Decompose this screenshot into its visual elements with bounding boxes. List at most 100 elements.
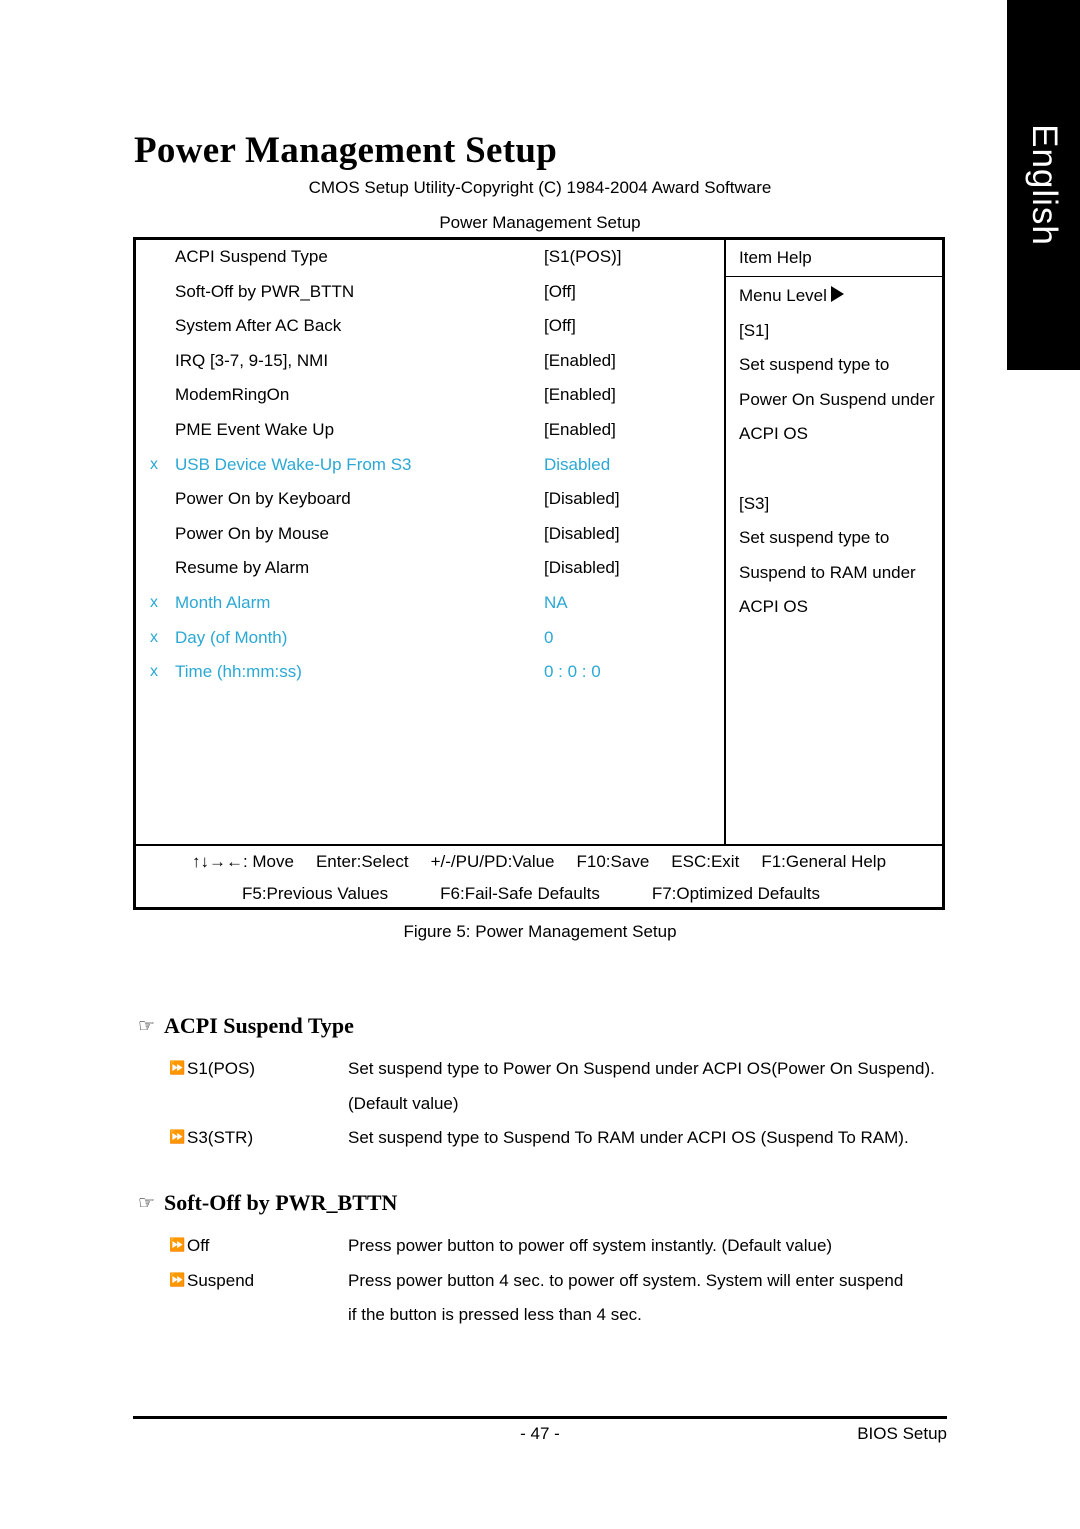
page-title: Power Management Setup xyxy=(134,129,558,171)
key-legend-row-2: F5:Previous Values F6:Fail-Safe Defaults F… xyxy=(136,878,960,910)
setting-label: PME Event Wake Up xyxy=(175,419,335,439)
bios-screen-subtitle: Power Management Setup xyxy=(439,213,641,232)
language-tab-label: English xyxy=(1024,124,1064,246)
setting-value[interactable]: NA xyxy=(544,586,568,621)
option-description: Press power button 4 sec. to power off s… xyxy=(348,1264,947,1333)
menu-level-arrow-icon xyxy=(830,286,844,302)
setting-label: Time (hh:mm:ss) xyxy=(175,662,302,682)
item-help-line: ACPI OS xyxy=(739,417,942,452)
option-name: S1(POS) xyxy=(187,1059,256,1078)
bios-setting-row[interactable]: Power On by Keyboard [Disabled] xyxy=(136,482,724,517)
setting-label: ModemRingOn xyxy=(175,385,290,405)
setting-value[interactable]: [Disabled] xyxy=(544,482,620,517)
key-legend-row-1: ↑↓→←: Move Enter:Select +/-/PU/PD:Value F10… xyxy=(136,846,942,878)
key-legend-item: F5:Previous Values xyxy=(241,884,389,903)
key-legend-item: ↑↓→←: Move xyxy=(191,852,294,871)
figure-caption: Figure 5: Power Management Setup xyxy=(403,922,677,941)
setting-value[interactable]: 0 xyxy=(544,621,553,656)
option-name: Suspend xyxy=(187,1270,255,1290)
section-soft-off-by-pwr-bttn: ☞ Soft-Off by PWR_BTTN ⏩ Off Press power bu… xyxy=(133,1188,947,1333)
bios-setting-row[interactable]: x Month Alarm NA xyxy=(136,586,724,621)
setting-value[interactable]: Disabled xyxy=(544,448,610,483)
item-help-line-text: Suspend to RAM under xyxy=(739,562,916,582)
pointing-hand-icon: ☞ xyxy=(138,1015,156,1037)
setting-value[interactable]: 0 : 0 : 0 xyxy=(544,655,601,690)
option-description: Set suspend type to Power On Suspend und… xyxy=(348,1052,947,1121)
option-description-line: Set suspend type to Suspend To RAM under… xyxy=(348,1128,909,1147)
bios-setting-row[interactable]: Power On by Mouse [Disabled] xyxy=(136,517,724,552)
item-help-line: Set suspend type to xyxy=(739,348,942,383)
section-heading-text: ACPI Suspend Type xyxy=(164,1013,354,1038)
setting-label: USB Device Wake-Up From S3 xyxy=(175,454,412,474)
section-acpi-suspend-type: ☞ ACPI Suspend Type ⏩ S1(POS) Set suspend t… xyxy=(133,1011,947,1156)
setting-label: Resume by Alarm xyxy=(175,558,310,578)
setting-value[interactable]: [Off] xyxy=(544,275,576,310)
bios-setting-row[interactable]: IRQ [3-7, 9-15], NMI [Enabled] xyxy=(136,344,724,379)
bios-setting-row[interactable]: ModemRingOn [Enabled] xyxy=(136,378,724,413)
item-help-line: Set suspend type to xyxy=(739,521,942,556)
option-list: ⏩ Off Press power button to power off syst… xyxy=(133,1229,947,1333)
bios-setting-row[interactable]: System After AC Back [Off] xyxy=(136,309,724,344)
key-legend-item: F7:Optimized Defaults xyxy=(651,884,821,903)
setting-disabled-marker: x xyxy=(150,663,158,681)
key-legend-item: Enter:Select xyxy=(315,852,409,871)
setting-label: Power On by Keyboard xyxy=(175,489,351,509)
option-row: ⏩ S3(STR) Set suspend type to Suspend To R… xyxy=(133,1121,947,1156)
setting-label: Day (of Month) xyxy=(175,627,288,647)
bios-setting-row[interactable]: x Time (hh:mm:ss) 0 : 0 : 0 xyxy=(136,655,724,690)
setting-value[interactable]: [Enabled] xyxy=(544,378,616,413)
bios-setting-row[interactable]: Soft-Off by PWR_BTTN [Off] xyxy=(136,275,724,310)
item-help-line-text: [S1] xyxy=(739,320,770,340)
bios-setting-row[interactable]: PME Event Wake Up [Enabled] xyxy=(136,413,724,448)
setting-value[interactable]: [Disabled] xyxy=(544,551,620,586)
section-heading: ☞ Soft-Off by PWR_BTTN xyxy=(133,1188,947,1218)
setting-value[interactable]: [Disabled] xyxy=(544,517,620,552)
key-legend-item: F10:Save xyxy=(576,852,650,871)
setting-label: IRQ [3-7, 9-15], NMI xyxy=(175,350,329,370)
option-name: S3(STR) xyxy=(187,1128,254,1147)
bios-screen-body: ACPI Suspend Type [S1(POS)] Soft-Off by PW… xyxy=(136,240,942,844)
option-list: ⏩ S1(POS) Set suspend type to Power On Sus… xyxy=(133,1052,947,1156)
item-help-title: Item Help xyxy=(726,240,942,277)
item-help-line: Menu Level xyxy=(739,279,942,314)
setting-label: Soft-Off by PWR_BTTN xyxy=(175,281,355,301)
setting-label: ACPI Suspend Type xyxy=(175,247,328,266)
setting-disabled-marker: x xyxy=(150,593,158,611)
key-legend-item: F1:General Help xyxy=(761,852,887,871)
bios-setting-row[interactable]: x Day (of Month) 0 xyxy=(136,621,724,656)
bios-copyright-line: CMOS Setup Utility-Copyright (C) 1984-20… xyxy=(308,178,772,197)
bios-setup-screen: ACPI Suspend Type [S1(POS)] Soft-Off by PW… xyxy=(133,237,945,910)
footer-section-label: BIOS Setup xyxy=(857,1424,947,1443)
item-help-line-text: Set suspend type to xyxy=(739,355,890,375)
bios-setting-row[interactable]: ACPI Suspend Type [S1(POS)] xyxy=(136,240,724,275)
setting-disabled-marker: x xyxy=(150,628,158,646)
setting-value[interactable]: [Enabled] xyxy=(544,413,616,448)
item-help-line: Suspend to RAM under xyxy=(739,556,942,591)
option-row: ⏩ Suspend Press power button 4 sec. to pow… xyxy=(133,1264,947,1333)
key-legend-item: F6:Fail-Safe Defaults xyxy=(440,884,600,903)
item-help-line-text: Power On Suspend under xyxy=(739,389,935,409)
option-description: Set suspend type to Suspend To RAM under… xyxy=(348,1121,947,1156)
double-arrow-bullet-icon: ⏩ xyxy=(169,1272,186,1288)
bios-setting-row[interactable]: Resume by Alarm [Disabled] xyxy=(136,551,724,586)
option-description-line: Press power button 4 sec. to power off s… xyxy=(348,1270,904,1290)
item-help-line: [S3] xyxy=(739,487,942,522)
bios-setting-row[interactable]: x USB Device Wake-Up From S3 Disabled xyxy=(136,448,724,483)
item-help-line-text: Menu Level xyxy=(739,286,827,305)
item-help-line: ACPI OS xyxy=(739,590,942,625)
item-help-line: [S1] xyxy=(739,314,942,349)
setting-value[interactable]: [S1(POS)] xyxy=(544,240,621,275)
item-help-line-text: ACPI OS xyxy=(739,597,808,617)
setting-value[interactable]: [Enabled] xyxy=(544,344,616,379)
option-description-line: Set suspend type to Power On Suspend und… xyxy=(348,1059,935,1078)
item-help-line: Power On Suspend under xyxy=(739,383,942,418)
option-name: Off xyxy=(187,1236,210,1255)
item-help-line-text: [S3] xyxy=(739,493,770,513)
option-description-line: (Default value) xyxy=(348,1093,459,1113)
setting-value[interactable]: [Off] xyxy=(544,309,576,344)
item-help-line-text: Set suspend type to xyxy=(739,528,890,548)
key-legend-item: ESC:Exit xyxy=(671,852,740,871)
bios-settings-list: ACPI Suspend Type [S1(POS)] Soft-Off by PW… xyxy=(136,240,724,844)
pointing-hand-icon: ☞ xyxy=(138,1192,156,1214)
page-content: Power Management Setup CMOS Setup Utilit… xyxy=(133,0,947,1529)
